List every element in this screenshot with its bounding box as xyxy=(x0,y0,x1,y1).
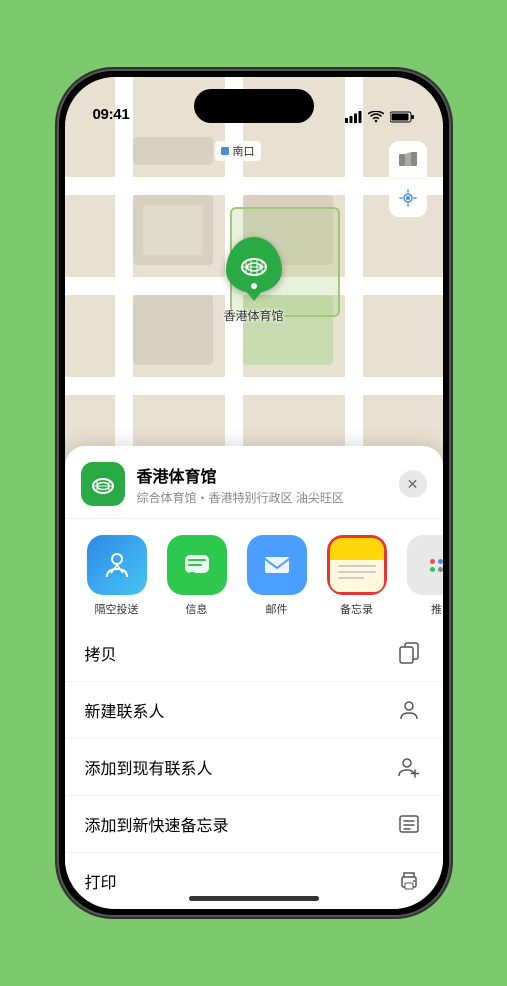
notes-icon xyxy=(327,535,387,595)
marker-name: 香港体育馆 xyxy=(223,307,283,324)
share-more[interactable]: 推 xyxy=(397,535,443,617)
more-icon xyxy=(407,535,443,595)
action-add-existing[interactable]: 添加到现有联系人 xyxy=(65,739,443,796)
phone-screen: 09:41 xyxy=(65,77,443,909)
airdrop-icon xyxy=(87,535,147,595)
phone-frame: 09:41 xyxy=(59,71,449,915)
mail-label: 邮件 xyxy=(266,601,288,617)
action-new-contact-label: 新建联系人 xyxy=(85,698,165,722)
add-contact-icon xyxy=(395,753,423,781)
notes-label: 备忘录 xyxy=(340,601,373,617)
battery-icon xyxy=(390,111,415,123)
stadium-marker: 香港体育馆 xyxy=(223,237,283,324)
action-quick-note[interactable]: 添加到新快速备忘录 xyxy=(65,796,443,853)
home-indicator xyxy=(189,896,319,901)
action-print-label: 打印 xyxy=(85,869,117,893)
more-label: 推 xyxy=(431,601,442,617)
share-notes[interactable]: 备忘录 xyxy=(317,535,397,617)
sheet-title-area: 香港体育馆 综合体育馆・香港特别行政区 油尖旺区 xyxy=(137,463,387,506)
map-area[interactable]: 南口 xyxy=(65,77,443,497)
sheet-title: 香港体育馆 xyxy=(137,463,387,487)
copy-icon xyxy=(395,639,423,667)
share-airdrop[interactable]: 隔空投送 xyxy=(77,535,157,617)
share-mail[interactable]: 邮件 xyxy=(237,535,317,617)
message-icon xyxy=(167,535,227,595)
sheet-header: 香港体育馆 综合体育馆・香港特别行政区 油尖旺区 ✕ xyxy=(65,446,443,519)
sheet-subtitle: 综合体育馆・香港特别行政区 油尖旺区 xyxy=(137,489,387,506)
location-button[interactable] xyxy=(389,179,427,217)
message-label: 信息 xyxy=(186,601,208,617)
dynamic-island xyxy=(194,89,314,123)
print-icon xyxy=(395,867,423,895)
signal-icon xyxy=(345,111,362,123)
status-time: 09:41 xyxy=(93,106,130,123)
airdrop-label: 隔空投送 xyxy=(95,601,139,617)
wifi-icon xyxy=(368,111,384,123)
venue-icon xyxy=(81,462,125,506)
action-copy-label: 拷贝 xyxy=(85,641,117,665)
quick-note-icon xyxy=(395,810,423,838)
action-add-existing-label: 添加到现有联系人 xyxy=(85,755,213,779)
bottom-sheet: 香港体育馆 综合体育馆・香港特别行政区 油尖旺区 ✕ xyxy=(65,446,443,909)
share-row: 隔空投送 信息 xyxy=(65,519,443,625)
map-type-button[interactable] xyxy=(389,141,427,179)
status-icons xyxy=(345,111,415,123)
map-controls[interactable] xyxy=(389,141,427,217)
map-label: 南口 xyxy=(215,141,261,161)
marker-pin xyxy=(225,237,281,293)
mail-icon xyxy=(247,535,307,595)
action-new-contact[interactable]: 新建联系人 xyxy=(65,682,443,739)
action-quick-note-label: 添加到新快速备忘录 xyxy=(85,812,229,836)
sheet-close-button[interactable]: ✕ xyxy=(399,470,427,498)
action-list: 拷贝 新建联系人 xyxy=(65,625,443,909)
share-message[interactable]: 信息 xyxy=(157,535,237,617)
action-copy[interactable]: 拷贝 xyxy=(65,625,443,682)
contact-icon xyxy=(395,696,423,724)
